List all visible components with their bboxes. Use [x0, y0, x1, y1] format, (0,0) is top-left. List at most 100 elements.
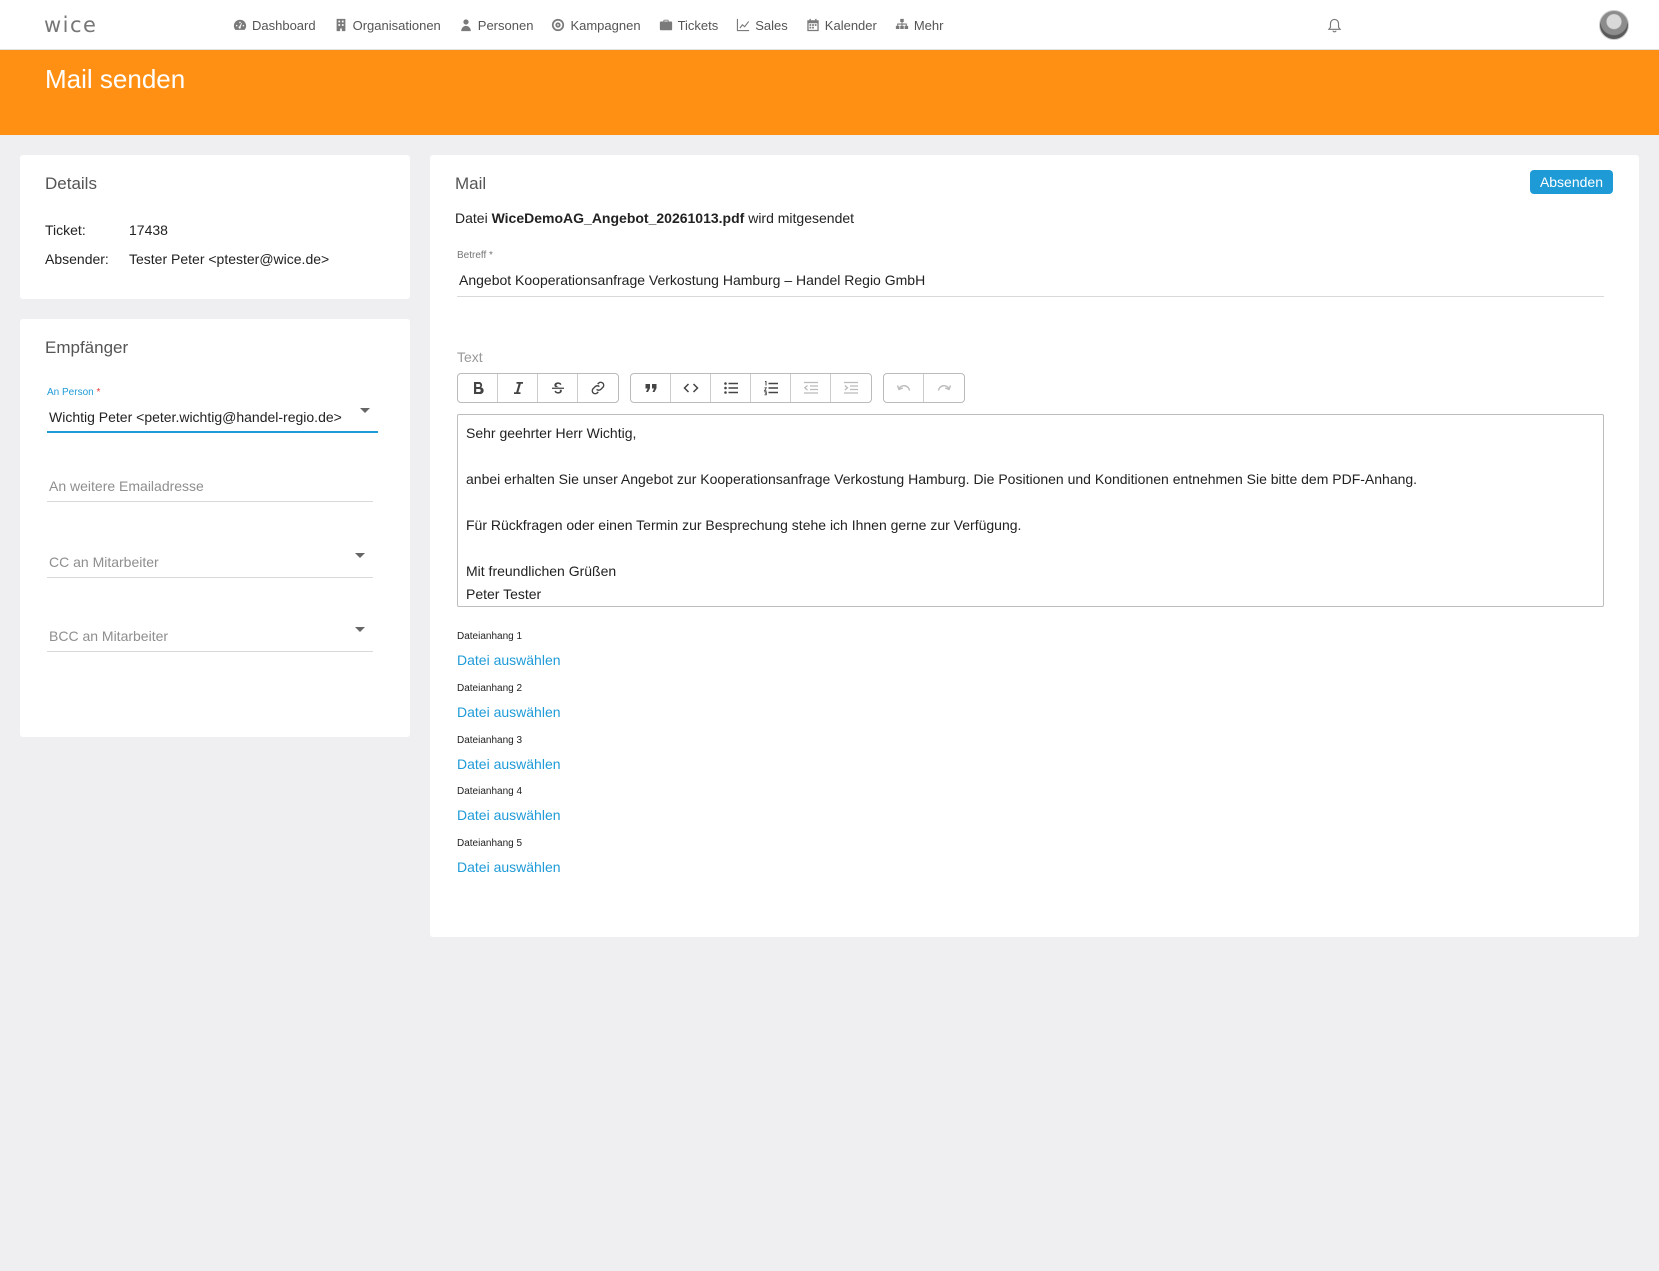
nav-mehr[interactable]: Mehr — [895, 18, 943, 33]
attachment-choose-file-5[interactable]: Datei auswählen — [457, 859, 561, 875]
recipients-card: Empfänger An Person * Wichtig Peter <pet… — [20, 319, 410, 737]
attachment-choose-file-3[interactable]: Datei auswählen — [457, 756, 561, 772]
user-avatar[interactable] — [1599, 10, 1629, 40]
bold-button[interactable] — [458, 374, 498, 402]
to-person-label-text: An Person — [47, 387, 94, 398]
body-line — [466, 445, 1595, 468]
nav-label: Organisationen — [352, 17, 441, 33]
body-line: Sehr geehrter Herr Wichtig, — [466, 425, 637, 441]
cc-placeholder: CC an Mitarbeiter — [49, 554, 159, 570]
top-navigation-bar: wice Dashboard Organisationen Personen K… — [0, 0, 1659, 50]
subject-input[interactable]: Angebot Kooperationsanfrage Verkostung H… — [457, 265, 1604, 297]
nav-personen[interactable]: Personen — [459, 17, 534, 33]
nav-kalender[interactable]: Kalender — [806, 18, 877, 33]
numbered-list-button[interactable] — [751, 374, 791, 402]
attachment-choose-file-2[interactable]: Datei auswählen — [457, 704, 561, 720]
field-underline — [47, 577, 373, 578]
main-nav: Dashboard Organisationen Personen Kampag… — [233, 0, 943, 50]
chevron-down-icon — [355, 627, 365, 632]
mail-card: Mail Absenden Datei WiceDemoAG_Angebot_2… — [430, 155, 1639, 937]
code-icon — [682, 383, 699, 393]
strikethrough-button[interactable] — [538, 374, 578, 402]
undo-icon — [896, 385, 910, 391]
toolbar-group-history — [883, 373, 965, 403]
cc-employee-select[interactable]: CC an Mitarbeiter — [47, 546, 373, 578]
sender-label: Absender: — [45, 251, 109, 267]
attachment-choose-file-1[interactable]: Datei auswählen — [457, 652, 561, 668]
redo-icon — [937, 385, 952, 391]
more-email-placeholder: An weitere Emailadresse — [49, 478, 204, 494]
chevron-down-icon — [360, 408, 370, 413]
body-line: Mit freundlichen Grüßen — [466, 563, 617, 579]
body-line: anbei erhalten Sie unser Angebot zur Koo… — [466, 471, 1418, 487]
indent-button[interactable] — [831, 374, 871, 402]
target-icon — [552, 18, 565, 32]
bcc-employee-select[interactable]: BCC an Mitarbeiter — [47, 620, 373, 652]
svg-text:wice: wice — [44, 13, 97, 37]
nav-label: Personen — [477, 17, 534, 33]
nav-sales[interactable]: Sales — [736, 18, 788, 33]
link-button[interactable] — [578, 374, 618, 402]
attachment-choose-file-4[interactable]: Datei auswählen — [457, 807, 561, 823]
undo-button[interactable] — [884, 374, 924, 402]
line-chart-icon — [737, 18, 750, 32]
strikethrough-icon — [551, 382, 564, 394]
send-button[interactable]: Absenden — [1529, 170, 1613, 194]
mail-body-editor[interactable]: Sehr geehrter Herr Wichtig, anbei erhalt… — [457, 414, 1604, 607]
nav-dashboard[interactable]: Dashboard — [233, 18, 316, 33]
toolbar-group-format — [457, 373, 619, 403]
blockquote-button[interactable] — [631, 374, 671, 402]
wice-logo[interactable]: wice — [44, 13, 110, 37]
details-title: Details — [45, 174, 97, 193]
code-button[interactable] — [671, 374, 711, 402]
link-icon — [591, 381, 605, 395]
file-prefix: Datei — [455, 210, 488, 226]
building-icon — [336, 18, 345, 32]
indent-icon — [844, 381, 858, 394]
person-icon — [460, 19, 471, 32]
chevron-down-icon — [355, 553, 365, 558]
outdent-icon — [803, 381, 818, 394]
field-underline — [47, 651, 373, 652]
file-name: WiceDemoAG_Angebot_20261013.pdf — [491, 210, 745, 226]
more-email-input[interactable]: An weitere Emailadresse — [47, 470, 373, 502]
file-suffix: wird mitgesendet — [748, 210, 855, 226]
bcc-placeholder: BCC an Mitarbeiter — [49, 628, 169, 644]
ticket-value: 17438 — [129, 222, 168, 238]
nav-tickets[interactable]: Tickets — [659, 18, 718, 33]
nav-organisationen[interactable]: Organisationen — [334, 18, 441, 33]
blockquote-icon — [645, 384, 656, 392]
field-underline — [47, 501, 373, 502]
body-line — [466, 537, 1595, 560]
bullet-list-button[interactable] — [711, 374, 751, 402]
attachment-label-5: Dateianhang 5 — [457, 838, 523, 849]
redo-button[interactable] — [924, 374, 964, 402]
attachment-label-1: Dateianhang 1 — [457, 631, 523, 642]
nav-label: Sales — [755, 17, 788, 33]
page-title: Mail senden — [45, 64, 186, 94]
subject-label: Betreff * — [457, 250, 493, 261]
sitemap-icon — [895, 18, 908, 29]
ticket-row: Ticket: 17438 — [45, 222, 168, 238]
italic-button[interactable] — [498, 374, 538, 402]
bell-icon[interactable] — [1327, 18, 1342, 34]
field-underline — [457, 296, 1604, 297]
to-person-select[interactable]: Wichtig Peter <peter.wichtig@handel-regi… — [47, 401, 378, 433]
attachment-label-2: Dateianhang 2 — [457, 683, 523, 694]
attachment-label-4: Dateianhang 4 — [457, 786, 523, 797]
field-underline — [47, 431, 378, 433]
italic-icon — [513, 382, 523, 394]
sender-row: Absender: Tester Peter <ptester@wice.de> — [45, 251, 329, 267]
attached-file-note: Datei WiceDemoAG_Angebot_20261013.pdf wi… — [455, 210, 854, 226]
nav-kampagnen[interactable]: Kampagnen — [551, 18, 641, 33]
briefcase-icon — [659, 19, 672, 31]
body-line — [466, 491, 1595, 514]
page-header: Mail senden — [0, 50, 1659, 135]
to-person-label: An Person * — [47, 387, 100, 398]
body-line: Für Rückfragen oder einen Termin zur Bes… — [466, 517, 1022, 533]
to-person-value: Wichtig Peter <peter.wichtig@handel-regi… — [49, 409, 342, 425]
text-label: Text — [457, 349, 483, 365]
bold-icon — [473, 381, 484, 395]
outdent-button[interactable] — [791, 374, 831, 402]
numbered-list-icon — [763, 381, 778, 396]
